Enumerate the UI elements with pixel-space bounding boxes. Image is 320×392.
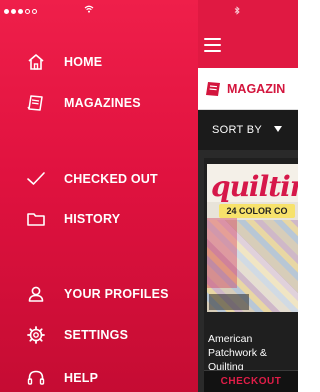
sort-label: SORT BY	[212, 124, 262, 136]
nav-item-label: CHECKED OUT	[64, 172, 158, 186]
nav-item-label: HISTORY	[64, 212, 121, 226]
section-title: MAGAZIN	[227, 82, 286, 96]
nav-item-magazines[interactable]: MAGAZINES	[0, 86, 198, 120]
nav-item-your-profiles[interactable]: YOUR PROFILES	[0, 277, 198, 311]
menu-toggle-button[interactable]	[204, 38, 221, 52]
checkout-button[interactable]: CHECKOUT	[204, 370, 298, 392]
person-icon	[28, 286, 44, 302]
magazine-title: American Patchwork & Quilting	[208, 333, 267, 373]
headset-icon	[27, 370, 45, 385]
cover-badge: 24 COLOR CO	[219, 204, 295, 218]
nav-item-label: SETTINGS	[64, 328, 129, 342]
wifi-icon	[84, 5, 94, 13]
nav-item-checked-out[interactable]: CHECKED OUT	[0, 162, 198, 196]
cover-masthead: quilting	[211, 170, 298, 203]
app-header	[198, 0, 298, 68]
main-content-panel: MAGAZIN SORT BY quilting 24 COLOR CO Ame…	[198, 0, 298, 392]
magazine-cover[interactable]: quilting 24 COLOR CO	[207, 164, 298, 312]
nav-item-label: YOUR PROFILES	[64, 287, 169, 301]
magazine-icon	[206, 82, 220, 96]
magazine-card[interactable]: quilting 24 COLOR CO American Patchwork …	[204, 158, 298, 392]
nav-item-label: HOME	[64, 55, 103, 69]
nav-item-help[interactable]: HELP	[0, 361, 198, 392]
nav-item-history[interactable]: HISTORY	[0, 202, 198, 236]
nav-item-label: HELP	[64, 371, 99, 385]
magazine-icon	[27, 95, 43, 111]
nav-item-label: MAGAZINES	[64, 96, 141, 110]
section-header: MAGAZIN	[198, 68, 298, 110]
gear-icon	[27, 326, 45, 344]
sort-dropdown[interactable]: SORT BY	[198, 110, 298, 150]
checkmark-icon	[27, 172, 45, 185]
magazine-grid: quilting 24 COLOR CO American Patchwork …	[198, 150, 298, 392]
bluetooth-icon	[234, 6, 240, 15]
caret-down-icon	[274, 126, 282, 132]
navigation-drawer: HOME MAGAZINES CHECKED OUT HISTORY YOUR …	[0, 0, 198, 392]
nav-item-home[interactable]: HOME	[0, 45, 198, 79]
home-icon	[28, 54, 44, 70]
signal-strength-indicator	[4, 6, 37, 16]
folder-icon	[27, 213, 45, 226]
nav-item-settings[interactable]: SETTINGS	[0, 318, 198, 352]
